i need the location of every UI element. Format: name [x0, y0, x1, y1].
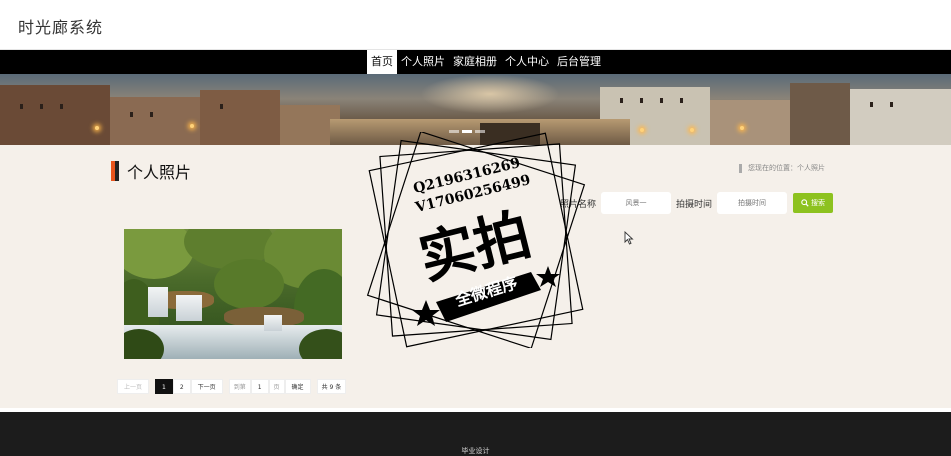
page-2-button[interactable]: 2	[172, 379, 191, 394]
page-unit-label: 页	[268, 379, 285, 394]
section-bar	[111, 161, 119, 181]
prev-page-button[interactable]: 上一页	[117, 379, 150, 394]
goto-page-input[interactable]: 1	[250, 379, 269, 394]
page-1-button[interactable]: 1	[155, 379, 173, 394]
search-form: 照片名称 拍摄时间 搜索	[560, 192, 834, 214]
banner-building	[790, 83, 850, 145]
mouse-cursor-icon	[624, 231, 634, 245]
header: 时光廊系统	[0, 0, 951, 50]
nav-item-personal-center[interactable]: 个人中心	[501, 50, 553, 74]
banner-building	[110, 97, 200, 145]
watermark-stamp: Q2196316269 V17060256499 实拍 全微程序	[366, 130, 586, 350]
search-icon	[801, 199, 809, 207]
section-header: 个人照片	[111, 159, 191, 183]
page: 时光廊系统 首页 个人照片 家庭相册 个人中心 后台管理 个人照片 您现在的位置…	[0, 0, 951, 456]
breadcrumb-text: 您现在的位置：个人照片	[748, 164, 825, 172]
nav-item-family-album[interactable]: 家庭相册	[449, 50, 501, 74]
banner-building	[200, 90, 280, 145]
banner-building	[710, 100, 790, 145]
search-button-label: 搜索	[811, 199, 826, 207]
nav-item-admin[interactable]: 后台管理	[553, 50, 605, 74]
total-count: 共 9 条	[316, 379, 347, 394]
shoot-time-input[interactable]	[717, 192, 788, 214]
site-title[interactable]: 时光廊系统	[18, 14, 103, 38]
section-title: 个人照片	[127, 163, 192, 182]
next-page-button[interactable]: 下一页	[190, 379, 223, 394]
footer: 毕业设计	[0, 412, 951, 456]
goto-label: 到第	[228, 379, 251, 394]
nav-item-home[interactable]: 首页	[367, 50, 397, 74]
banner-building	[850, 89, 951, 145]
nav-items: 首页 个人照片 家庭相册 个人中心 后台管理	[367, 50, 605, 74]
banner-sky	[420, 74, 560, 114]
photo-card-waterfall[interactable]	[124, 229, 342, 359]
pagination: 上一页 1 2 下一页 到第 1 页 确定 共 9 条	[117, 379, 347, 394]
nav-item-personal-photos[interactable]: 个人照片	[397, 50, 449, 74]
breadcrumb: 您现在的位置：个人照片	[739, 163, 825, 173]
footer-text: 毕业设计	[461, 447, 490, 455]
search-button[interactable]: 搜索	[793, 193, 834, 213]
breadcrumb-bar	[739, 163, 742, 173]
photo-name-input[interactable]	[601, 192, 672, 214]
navbar: 首页 个人照片 家庭相册 个人中心 后台管理	[0, 50, 951, 74]
shoot-time-label: 拍摄时间	[676, 199, 713, 210]
goto-confirm-button[interactable]: 确定	[284, 379, 311, 394]
banner-building	[0, 85, 110, 145]
